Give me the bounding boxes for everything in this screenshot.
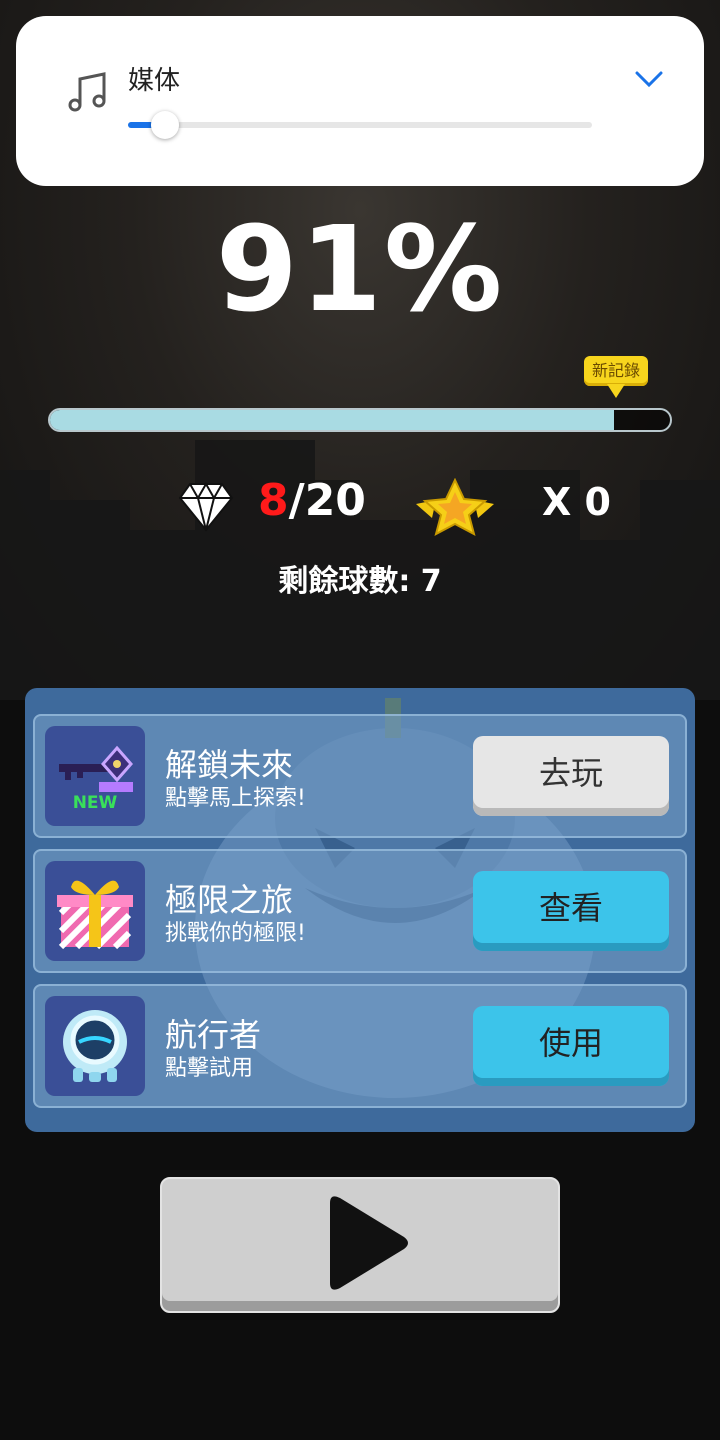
offer-row-extreme-journey: 極限之旅 挑戰你的極限! 查看 (33, 849, 687, 973)
key-new-icon: NEW (45, 726, 145, 826)
go-play-button[interactable]: 去玩 (473, 736, 669, 816)
diamond-icon (178, 481, 234, 532)
media-label: 媒体 (128, 66, 181, 96)
new-record-badge-pointer (607, 384, 625, 398)
stars-counter: X 0 (542, 480, 611, 524)
gems-counter: 8/20 (258, 475, 366, 526)
star-icon (416, 478, 494, 536)
gems-total: /20 (288, 475, 366, 526)
new-record-badge: 新記錄 (584, 356, 648, 386)
music-note-icon (68, 72, 106, 112)
offer-subtitle: 點擊馬上探索! (165, 786, 306, 811)
gems-collected: 8 (258, 475, 289, 526)
remaining-balls: 剩餘球數: 7 (278, 564, 442, 599)
offer-row-voyager: 航行者 點擊試用 使用 (33, 984, 687, 1108)
level-progress-bar (48, 408, 672, 432)
gift-icon (45, 861, 145, 961)
offer-subtitle: 挑戰你的極限! (165, 921, 306, 946)
completion-percent: 91% (215, 200, 505, 338)
play-icon (330, 1196, 408, 1290)
volume-slider-track[interactable] (128, 122, 592, 128)
offer-row-unlock-future: NEW 解鎖未來 點擊馬上探索! 去玩 (33, 714, 687, 838)
view-button[interactable]: 查看 (473, 871, 669, 951)
level-progress-fill (50, 410, 615, 430)
media-volume-panel: 媒体 (16, 16, 704, 186)
volume-slider-thumb[interactable] (151, 111, 180, 139)
offer-subtitle: 點擊試用 (165, 1056, 254, 1081)
chevron-down-icon[interactable] (632, 64, 666, 94)
use-button[interactable]: 使用 (473, 1006, 669, 1086)
robot-ball-icon (45, 996, 145, 1096)
offers-panel: NEW 解鎖未來 點擊馬上探索! 去玩 極限之旅 挑戰你的極限! 查看 航行者 … (25, 688, 695, 1132)
play-button[interactable] (160, 1177, 560, 1313)
svg-text:NEW: NEW (73, 793, 118, 813)
